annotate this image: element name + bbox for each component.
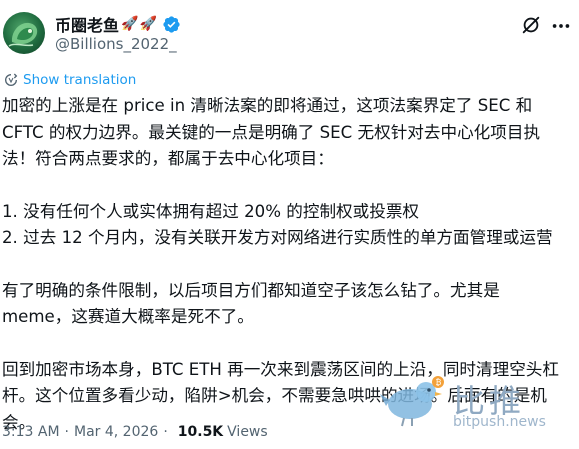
verified-badge-icon	[163, 15, 180, 33]
tweet-line: 法！符合两点要求的，都属于去中心化项目：	[2, 149, 334, 168]
tweet-line: 1. 没有任何个人或实体拥有超过 20% 的控制权或投票权	[2, 201, 420, 221]
author-display-name[interactable]: 币圈老鱼	[55, 12, 119, 36]
tweet-line: 2. 过去 12 个月内，没有关联开发方对网络进行实质性的单方面管理或运营	[2, 228, 553, 247]
meta-separator: ·	[64, 424, 69, 440]
tweet-line: 加密的上涨是在 price in 清晰法案的即将通过，这项法案界定了 SEC 和	[2, 96, 533, 115]
views-label: Views	[227, 424, 268, 440]
more-icon[interactable]	[550, 16, 572, 36]
rocket-emoji: 🚀🚀	[121, 16, 158, 32]
author-name-row[interactable]: 币圈老鱼 🚀🚀	[55, 13, 181, 35]
bitpush-watermark: ₿ 比推 bitpush.news	[378, 374, 578, 434]
views-count: 10.5K	[177, 424, 224, 440]
globe-icon	[5, 73, 18, 86]
meta-separator: ·	[163, 424, 168, 440]
tweet-meta: 3:13 AM · Mar 4, 2026 · 10.5K Views	[2, 422, 268, 442]
author-handle[interactable]: @Billions_2022_	[55, 35, 177, 53]
tweet-header: 币圈老鱼 🚀🚀 @Billions_2022_	[0, 0, 579, 66]
show-translation-link[interactable]: Show translation	[3, 70, 136, 90]
svg-text:₿: ₿	[436, 378, 442, 387]
show-translation-label[interactable]: Show translation	[23, 72, 136, 88]
tweet-line: CFTC 的权力边界。最关键的一点是明确了 SEC 无权针对去中心化项目执	[2, 122, 541, 142]
bird-logo-icon: ₿	[380, 376, 444, 427]
watermark-url: bitpush.news	[453, 414, 546, 430]
grok-icon[interactable]	[520, 14, 542, 36]
tweet-date[interactable]: Mar 4, 2026	[74, 424, 158, 440]
tweet-line: meme，这赛道大概率是死不了。	[2, 307, 254, 326]
tweet-line: 有了明确的条件限制，以后项目方们都知道空子该怎么钻了。尤其是	[2, 280, 500, 300]
avatar[interactable]	[3, 12, 45, 54]
tweet-time[interactable]: 3:13 AM	[2, 424, 60, 440]
